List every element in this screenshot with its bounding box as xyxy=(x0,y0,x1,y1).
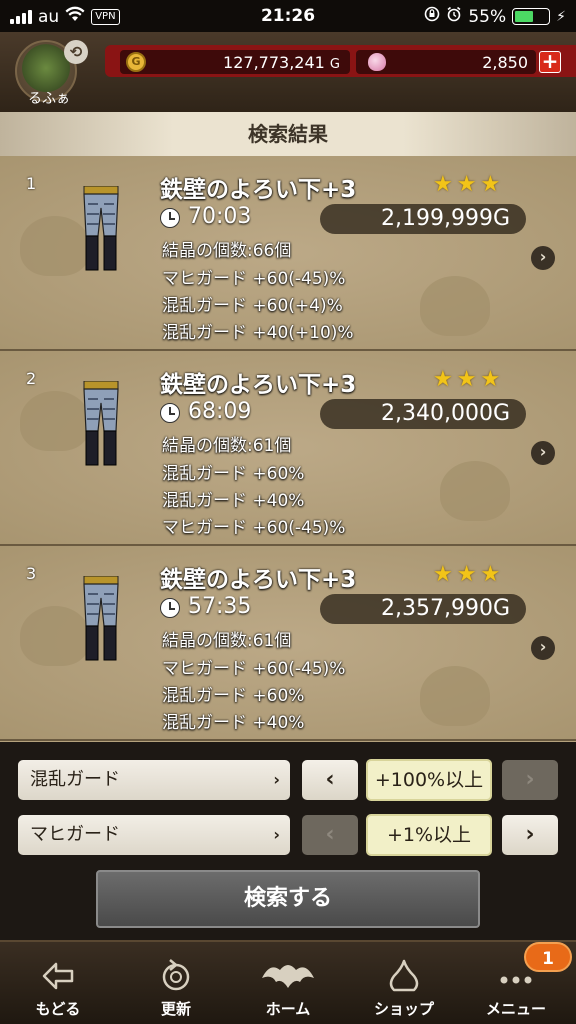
stat-line: マヒガード +60(-45)% xyxy=(162,269,346,289)
results-header: 検索結果 xyxy=(0,112,576,156)
armor-legs-icon xyxy=(83,576,119,661)
gem-value: 2,850 xyxy=(482,52,528,72)
item-name: 鉄壁のよろい下+3 xyxy=(160,567,357,593)
crystal-count: 結晶の個数:66個 xyxy=(162,241,292,261)
result-row[interactable]: 2 鉄壁のよろい下+3 ★ ★ ★ 68:09 2,340,000G 結晶の個数:6… xyxy=(0,351,576,546)
armor-legs-icon xyxy=(83,381,119,466)
gold-display: G 127,773,241 G xyxy=(120,50,350,74)
stat-line: 混乱ガード +60% xyxy=(162,686,305,706)
star-icon: ★ xyxy=(480,367,501,392)
status-right: 55% ⚡ xyxy=(424,6,566,27)
stat-line: 混乱ガード +40% xyxy=(162,491,305,511)
nav-label: ショップ xyxy=(373,1000,434,1018)
filter-increase-button[interactable]: › xyxy=(502,815,558,855)
star-icon: ★ xyxy=(480,562,501,587)
clock-icon xyxy=(160,208,180,228)
results-list[interactable]: 1 鉄壁のよろい下+3 ★ ★ ★ 70:03 2,199,999G 結晶の個数:6… xyxy=(0,156,576,742)
time-remaining: 70:03 xyxy=(188,204,252,229)
stat-line: 混乱ガード +60(+4)% xyxy=(162,296,343,316)
status-bar: au VPN 21:26 55% ⚡ xyxy=(0,0,576,32)
stat-line: 混乱ガード +40(+10)% xyxy=(162,323,354,343)
chevron-right-icon[interactable]: › xyxy=(531,636,555,660)
bottom-nav: もどる 更新 ホーム ショップ メニュー xyxy=(0,940,576,1024)
chevron-right-icon[interactable]: › xyxy=(531,246,555,270)
filter-increase-button[interactable]: › xyxy=(502,760,558,800)
chevron-right-icon: › xyxy=(273,770,280,789)
add-gems-button[interactable]: + xyxy=(539,51,561,73)
chevron-right-icon: › xyxy=(273,825,280,844)
battery-percent: 55% xyxy=(468,6,507,27)
gem-display: 2,850 xyxy=(356,50,536,74)
filter-threshold-value: +1%以上 xyxy=(366,814,492,856)
filter-decrease-button[interactable]: ‹ xyxy=(302,760,358,800)
clock-icon xyxy=(160,403,180,423)
filter-stat-label: マヒガード xyxy=(30,824,120,845)
star-icon: ★ xyxy=(433,367,453,392)
gold-coin-icon: G xyxy=(126,52,146,72)
time-remaining: 68:09 xyxy=(188,399,252,424)
stat-line: 混乱ガード +40% xyxy=(162,713,305,733)
nav-refresh[interactable]: 更新 xyxy=(126,942,226,1024)
crystal-count: 結晶の個数:61個 xyxy=(162,436,292,456)
nav-back[interactable]: もどる xyxy=(8,942,108,1024)
price: 2,199,999G xyxy=(320,204,526,234)
stat-line: 混乱ガード +60% xyxy=(162,464,305,484)
player-name: るふぁ xyxy=(28,91,70,107)
result-index: 1 xyxy=(26,174,37,193)
item-name: 鉄壁のよろい下+3 xyxy=(160,372,357,398)
filter-stat-label: 混乱ガード xyxy=(30,769,120,790)
chevron-right-icon[interactable]: › xyxy=(531,441,555,465)
price: 2,357,990G xyxy=(320,594,526,624)
star-icon: ★ xyxy=(433,172,453,197)
home-dragon-icon xyxy=(262,965,314,988)
stat-line: マヒガード +60(-45)% xyxy=(162,659,346,679)
filter-stat-select[interactable]: 混乱ガード › xyxy=(18,760,290,800)
battery-icon xyxy=(512,8,551,25)
charging-icon: ⚡ xyxy=(556,8,566,25)
star-icon: ★ xyxy=(456,367,477,392)
alarm-icon xyxy=(446,6,462,27)
star-icon: ★ xyxy=(456,562,477,587)
item-name: 鉄壁のよろい下+3 xyxy=(160,177,357,203)
result-index: 3 xyxy=(26,564,37,583)
filter-decrease-button[interactable]: ‹ xyxy=(302,815,358,855)
nav-home[interactable]: ホーム xyxy=(238,942,338,1024)
nav-label: もどる xyxy=(35,1000,81,1018)
filter-threshold-value: +100%以上 xyxy=(366,759,492,801)
gem-icon xyxy=(368,53,386,71)
result-row[interactable]: 3 鉄壁のよろい下+3 ★ ★ ★ 57:35 2,357,990G 結晶の個数:6… xyxy=(0,546,576,741)
nav-label: 更新 xyxy=(160,1000,191,1018)
star-icon: ★ xyxy=(480,172,501,197)
rarity-stars: ★ ★ ★ xyxy=(433,562,500,587)
result-row[interactable]: 1 鉄壁のよろい下+3 ★ ★ ★ 70:03 2,199,999G 結晶の個数:6… xyxy=(0,156,576,351)
crystal-count: 結晶の個数:61個 xyxy=(162,631,292,651)
nav-label: メニュー xyxy=(485,1000,546,1018)
rarity-stars: ★ ★ ★ xyxy=(433,367,500,392)
search-button[interactable]: 検索する xyxy=(96,870,480,928)
star-icon: ★ xyxy=(456,172,477,197)
time-remaining: 57:35 xyxy=(188,594,252,619)
filter-stat-select[interactable]: マヒガード › xyxy=(18,815,290,855)
refresh-icon xyxy=(162,959,190,991)
rotation-lock-icon xyxy=(424,6,440,27)
star-icon: ★ xyxy=(433,562,453,587)
back-arrow-icon xyxy=(42,962,74,990)
gold-value: 127,773,241 G xyxy=(223,52,340,72)
price: 2,340,000G xyxy=(320,399,526,429)
result-index: 2 xyxy=(26,369,37,388)
rarity-stars: ★ ★ ★ xyxy=(433,172,500,197)
clock-icon xyxy=(160,598,180,618)
nav-label: ホーム xyxy=(265,1000,311,1018)
armor-legs-icon xyxy=(83,186,119,271)
stat-line: マヒガード +60(-45)% xyxy=(162,518,346,538)
nav-shop[interactable]: ショップ xyxy=(354,942,454,1024)
shop-slime-icon xyxy=(389,959,419,992)
notification-badge: 1 xyxy=(524,942,572,972)
